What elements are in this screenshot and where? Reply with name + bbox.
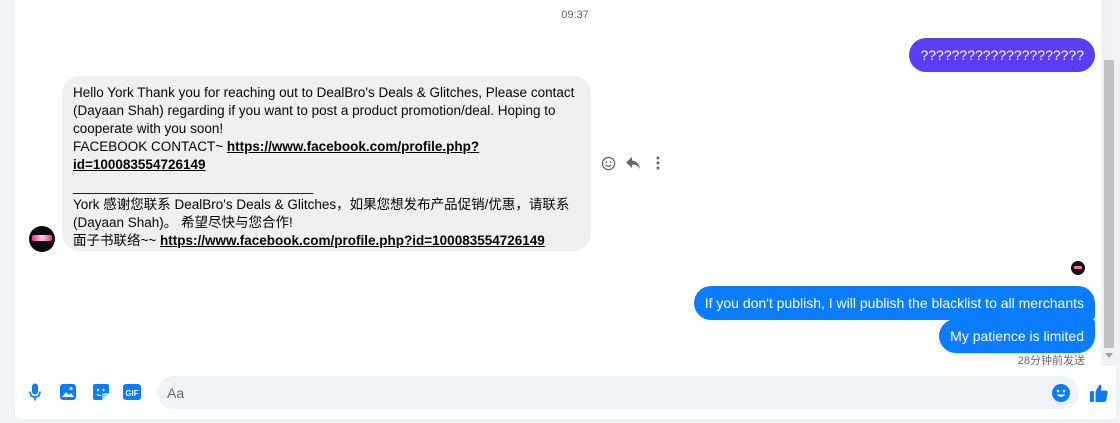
facebook-contact-line: FACEBOOK CONTACT~ https://www.facebook.c… bbox=[73, 138, 580, 156]
like-icon[interactable] bbox=[1089, 383, 1109, 403]
message-timestamp: 09:37 bbox=[561, 9, 589, 21]
message-input[interactable] bbox=[167, 376, 1027, 409]
sticker-icon[interactable] bbox=[91, 382, 111, 402]
incoming-message[interactable]: Hello York Thank you for reaching out to… bbox=[62, 76, 591, 251]
facebook-profile-link[interactable]: https://www.facebook.com/profile.php? bbox=[227, 139, 479, 154]
facebook-profile-link-cont[interactable]: id=100083554726149 bbox=[73, 157, 206, 172]
chat-panel: 09:37 ????????????????????? Hello York T… bbox=[15, 0, 1116, 419]
message-line: cooperate with you soon! bbox=[73, 121, 224, 136]
scrollbar-thumb[interactable] bbox=[1104, 60, 1114, 348]
microphone-icon[interactable] bbox=[25, 382, 45, 402]
facebook-contact-line-zh: 面子书联络~~ https://www.facebook.com/profile… bbox=[73, 232, 580, 250]
separator-line: ________________________________ bbox=[73, 179, 314, 194]
message-line: (Dayaan Shah) regarding if you want to p… bbox=[73, 103, 556, 118]
gif-icon[interactable]: GIF bbox=[122, 382, 142, 402]
sender-avatar[interactable] bbox=[29, 226, 55, 252]
read-receipt-avatar bbox=[1071, 261, 1085, 275]
message-input-wrapper bbox=[157, 376, 1079, 409]
image-icon[interactable] bbox=[58, 382, 78, 402]
scrollbar[interactable] bbox=[1101, 0, 1116, 366]
reply-icon[interactable] bbox=[625, 155, 641, 171]
facebook-profile-link-zh[interactable]: https://www.facebook.com/profile.php?id=… bbox=[160, 233, 545, 248]
emoji-icon[interactable] bbox=[1051, 383, 1071, 403]
react-icon[interactable] bbox=[600, 155, 616, 171]
outgoing-message[interactable]: ????????????????????? bbox=[909, 38, 1095, 72]
outgoing-message[interactable]: If you don't publish, I will publish the… bbox=[693, 286, 1095, 320]
message-line-zh: York 感谢您联系 DealBro's Deals & Glitches，如果… bbox=[73, 197, 570, 212]
scroll-down-arrow-icon[interactable] bbox=[1105, 353, 1113, 358]
message-line-zh: (Dayaan Shah)。 希望尽快与您合作! bbox=[73, 215, 293, 230]
facebook-contact-label-zh: 面子书联络~~ bbox=[73, 233, 161, 248]
message-actions bbox=[600, 155, 666, 171]
sent-status: 28分钟前发送 bbox=[1017, 355, 1085, 367]
facebook-contact-label: FACEBOOK CONTACT~ bbox=[73, 139, 227, 154]
outgoing-message[interactable]: My patience is limited bbox=[939, 319, 1095, 353]
message-composer: GIF bbox=[15, 370, 1116, 416]
more-icon[interactable] bbox=[650, 155, 666, 171]
svg-text:GIF: GIF bbox=[125, 389, 138, 398]
message-line: Hello York Thank you for reaching out to… bbox=[73, 85, 575, 100]
